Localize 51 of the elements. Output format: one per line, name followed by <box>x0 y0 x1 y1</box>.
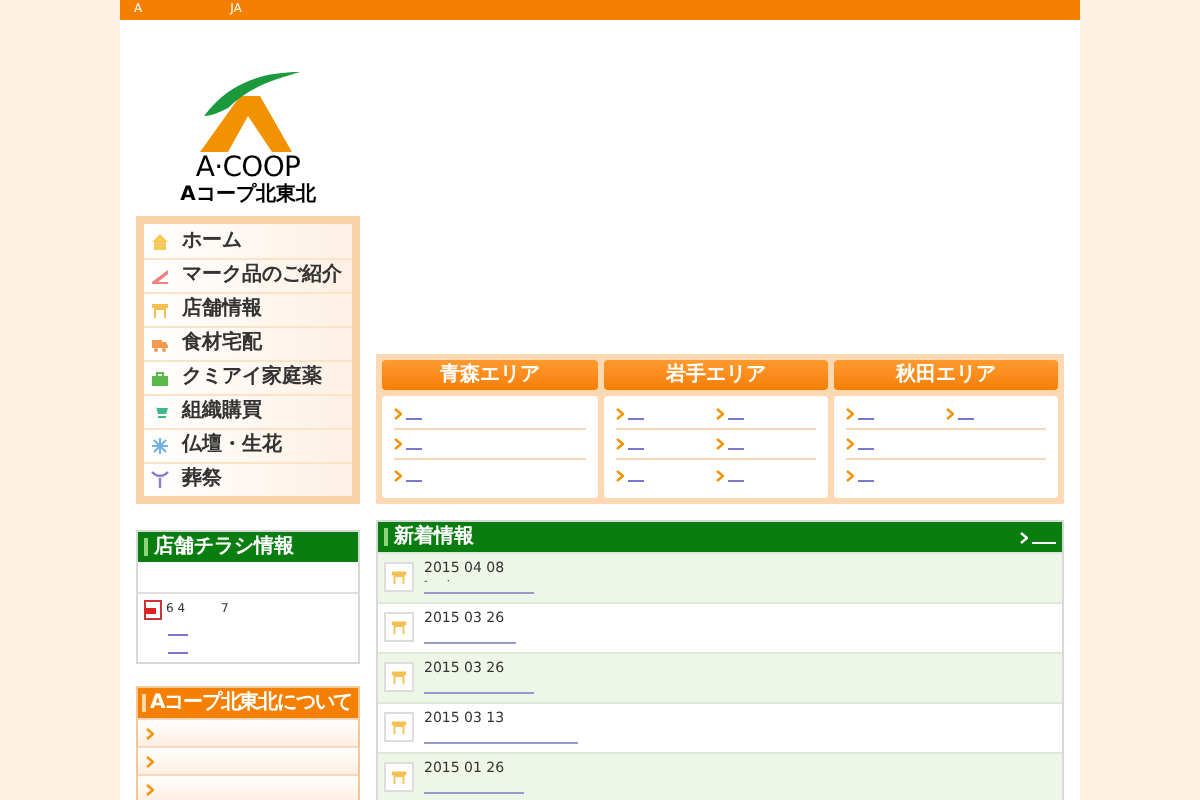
nav-item[interactable]: ホーム <box>144 224 352 258</box>
empty-link[interactable] <box>424 588 534 594</box>
panel-title: 店舗チラシ情報 <box>154 532 294 562</box>
home-icon <box>150 231 170 251</box>
shop-icon <box>390 618 408 636</box>
area-header: 秋田エリア <box>834 360 1058 390</box>
empty-link[interactable] <box>424 688 534 694</box>
chevron-icon <box>846 408 854 420</box>
nav-item[interactable]: 食材宅配 <box>144 326 352 360</box>
chevron-icon <box>716 408 724 420</box>
nav-item[interactable]: クミアイ家庭薬 <box>144 360 352 394</box>
chevron-icon <box>394 408 402 420</box>
panel-title: Aコープ北東北について <box>150 688 353 718</box>
chevron-icon <box>1020 531 1028 543</box>
panel-title: 新着情報 <box>394 522 474 552</box>
shop-icon <box>390 768 408 786</box>
chevron-icon <box>616 469 624 481</box>
nav-item[interactable]: 組織購買 <box>144 394 352 428</box>
flower-icon <box>150 436 170 456</box>
logo-subtitle: Aコープ北東北 <box>180 184 316 208</box>
logo-text: A·COOP <box>195 152 301 184</box>
shop-icon <box>390 718 408 736</box>
chevron-icon <box>846 438 854 450</box>
chevron-icon <box>146 783 154 795</box>
bag-icon <box>150 368 170 388</box>
pdf-icon <box>144 600 162 620</box>
shop-icon <box>390 568 408 586</box>
chevron-icon <box>946 408 954 420</box>
shop-icon <box>390 668 408 686</box>
shop-icon <box>150 300 170 320</box>
nav-item[interactable]: 仏壇・生花 <box>144 428 352 462</box>
chevron-icon <box>146 755 154 767</box>
empty-link[interactable] <box>424 788 524 794</box>
empty-link[interactable] <box>424 638 516 644</box>
chevron-icon <box>616 408 624 420</box>
cart-icon <box>150 402 170 422</box>
area-header: 青森エリア <box>382 360 598 390</box>
nav-item[interactable]: 店舗情報 <box>144 292 352 326</box>
nav-item[interactable]: マーク品のご紹介 <box>144 258 352 292</box>
area-header: 岩手エリア <box>604 360 828 390</box>
chevron-icon <box>616 438 624 450</box>
empty-link[interactable] <box>424 738 578 744</box>
chevron-icon <box>394 438 402 450</box>
chevron-icon <box>146 727 154 739</box>
chevron-icon <box>846 469 854 481</box>
chevron-icon <box>716 438 724 450</box>
more-link[interactable] <box>1020 529 1056 545</box>
nav-item[interactable]: 葬祭 <box>144 462 352 496</box>
truck-icon <box>150 334 170 354</box>
chevron-icon <box>394 469 402 481</box>
chevron-icon <box>716 469 724 481</box>
